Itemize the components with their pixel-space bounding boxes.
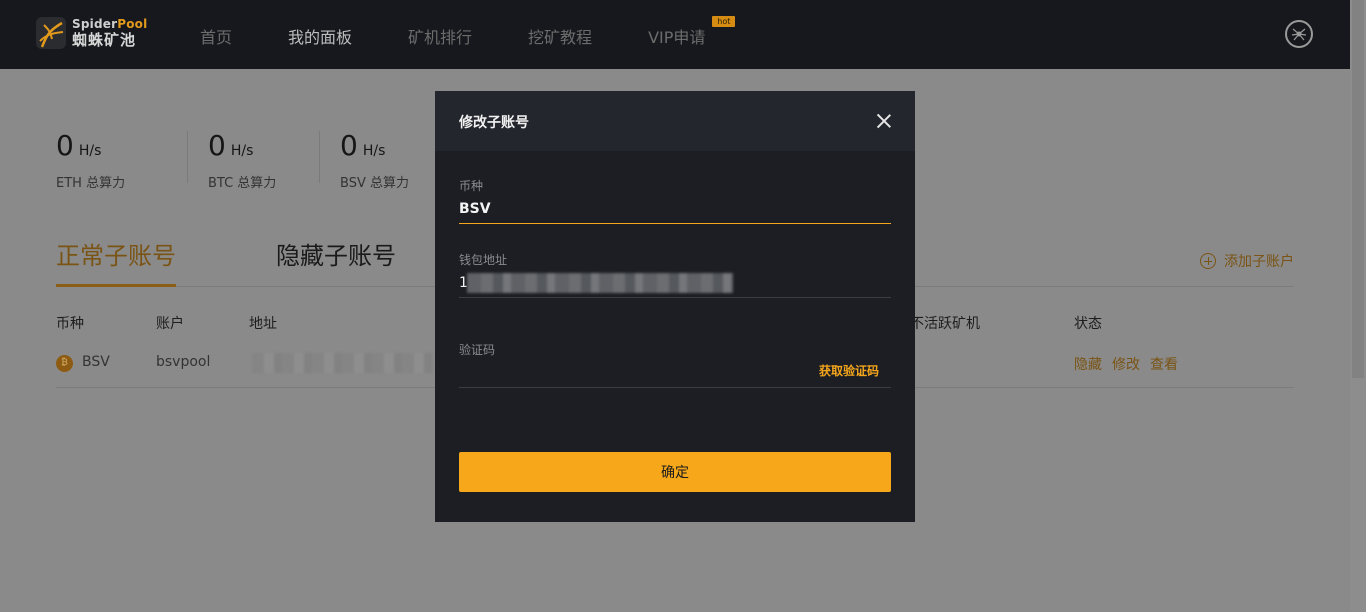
bsv-coin-icon: ₿ (56, 355, 73, 372)
top-navbar: SpiderPool 蜘蛛矿池 首页 我的面板 矿机排行 挖矿教程 VIP申请 … (0, 0, 1350, 69)
tab-normal-subaccounts[interactable]: 正常子账号 (56, 241, 176, 287)
spider-avatar-icon (1291, 28, 1307, 41)
code-field: 验证码 获取验证码 (459, 341, 891, 388)
tab-hidden-subaccounts[interactable]: 隐藏子账号 (276, 241, 396, 287)
user-avatar[interactable] (1285, 20, 1313, 48)
add-subaccount-button[interactable]: 添加子账户 (1200, 251, 1294, 271)
nav-item-vip[interactable]: VIP申请 hot (648, 16, 736, 48)
wallet-field: 钱包地址 (459, 251, 891, 298)
page-scrollbar[interactable] (1350, 0, 1366, 612)
header-status: 状态 (1074, 316, 1102, 332)
stat-eth: 0 H/s ETH 总算力 (56, 131, 188, 191)
brand-name-cn: 蜘蛛矿池 (72, 31, 137, 49)
stat-bsv: 0 H/s BSV 总算力 (320, 131, 452, 191)
main-nav: 首页 我的面板 矿机排行 挖矿教程 VIP申请 hot (200, 16, 761, 48)
wallet-input-underline (459, 297, 891, 298)
edit-subaccount-modal: 修改子账号 币种 钱包地址 验证码 获取验证码 确定 (435, 91, 915, 522)
header-inactive-miners: 不活跃矿机 (910, 316, 980, 332)
nav-item-mining-tutorial[interactable]: 挖矿教程 (528, 24, 592, 48)
view-link[interactable]: 查看 (1150, 357, 1178, 373)
edit-link[interactable]: 修改 (1112, 357, 1140, 373)
spider-logo-icon (36, 17, 66, 49)
modal-header: 修改子账号 (435, 91, 915, 151)
hashrate-stats: 0 H/s ETH 总算力 0 H/s BTC 总算力 0 H/s BSV 总算力 (56, 131, 452, 191)
row-operations: 隐藏 修改 查看 (1074, 354, 1188, 374)
nav-item-dashboard[interactable]: 我的面板 (288, 24, 352, 48)
close-icon[interactable] (877, 114, 891, 128)
nav-item-vip-label: VIP申请 (648, 28, 706, 47)
hide-link[interactable]: 隐藏 (1074, 357, 1102, 373)
code-field-label: 验证码 (459, 343, 496, 357)
wallet-field-label: 钱包地址 (459, 253, 508, 267)
confirm-button[interactable]: 确定 (459, 452, 891, 492)
coin-input[interactable] (459, 199, 891, 219)
header-account: 账户 (156, 316, 184, 332)
header-address: 地址 (249, 316, 277, 332)
brand-name-en: SpiderPool (72, 17, 148, 31)
nav-item-home[interactable]: 首页 (200, 24, 232, 48)
row-coin: BSV (82, 354, 110, 370)
get-code-button[interactable]: 获取验证码 (819, 362, 879, 379)
header-coin: 币种 (56, 316, 84, 332)
plus-circle-icon (1200, 253, 1216, 269)
nav-item-miner-ranking[interactable]: 矿机排行 (408, 24, 472, 48)
code-input-underline (459, 387, 891, 388)
coin-field: 币种 (459, 177, 891, 224)
row-account: bsvpool (156, 354, 211, 370)
stat-btc: 0 H/s BTC 总算力 (188, 131, 320, 191)
modal-title: 修改子账号 (459, 115, 529, 131)
hot-badge: hot (712, 16, 736, 27)
coin-field-label: 币种 (459, 179, 484, 193)
row-address-redacted (252, 353, 432, 373)
coin-input-underline (459, 223, 891, 224)
brand-logo[interactable]: SpiderPool 蜘蛛矿池 (36, 17, 147, 49)
scrollbar-thumb[interactable] (1352, 0, 1364, 378)
wallet-address-redacted (467, 273, 733, 293)
